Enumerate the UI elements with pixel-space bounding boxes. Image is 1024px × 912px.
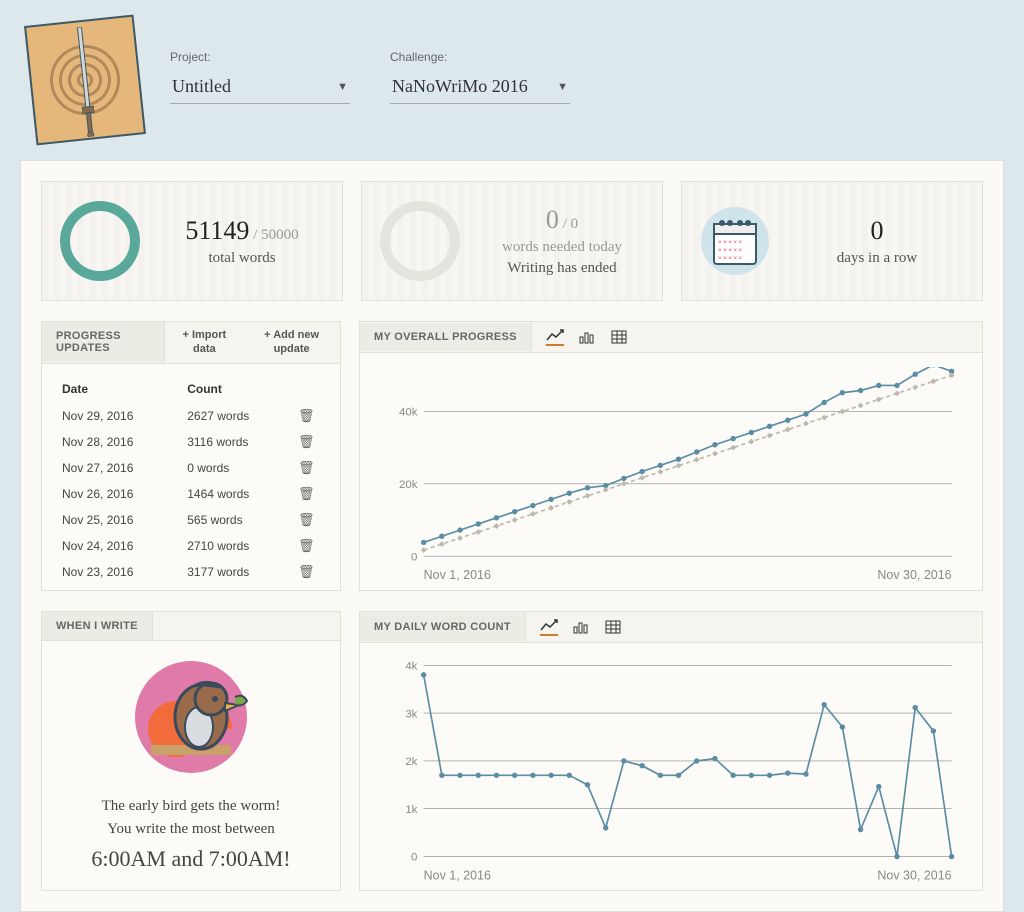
progress-updates-panel: PROGRESS UPDATES + Import data + Add new… (41, 321, 341, 591)
update-date: Nov 22, 2016 (58, 586, 181, 590)
when-title: WHEN I WRITE (42, 612, 153, 640)
add-update-button[interactable]: + Add new update (243, 322, 340, 363)
needed-line2: Writing has ended (480, 260, 644, 277)
update-count: 2710 words (183, 534, 292, 558)
table-row: Nov 22, 20161725 words🗑 (58, 586, 332, 590)
trash-icon[interactable]: 🗑 (298, 408, 315, 423)
when-line2: You write the most between (107, 818, 275, 841)
words-needed-card: 0 / 0 words needed today Writing has end… (361, 181, 663, 301)
challenge-select[interactable]: NaNoWriMo 2016 ▼ (390, 72, 570, 104)
chevron-down-icon: ▼ (557, 81, 568, 93)
needed-value: 0 (546, 205, 559, 234)
bird-icon (131, 657, 251, 777)
table-row: Nov 24, 20162710 words 🗑 (58, 534, 332, 558)
update-count: 565 words (183, 508, 292, 532)
progress-ring-icon (60, 201, 140, 281)
svg-text:0: 0 (411, 852, 417, 864)
update-date: Nov 27, 2016 (58, 456, 181, 480)
trash-icon[interactable]: 🗑 (298, 434, 315, 449)
streak-card: × × × × × × × × × × × × × × × 0 days in … (681, 181, 983, 301)
streak-value: 0 (790, 216, 964, 246)
update-date: Nov 25, 2016 (58, 508, 181, 532)
svg-text:Nov 30, 2016: Nov 30, 2016 (877, 868, 951, 882)
table-row: Nov 26, 20161464 words 🗑 (58, 482, 332, 506)
svg-text:0: 0 (411, 551, 417, 563)
update-count: 3177 words (183, 560, 292, 584)
overall-progress-title: MY OVERALL PROGRESS (360, 323, 532, 351)
update-date: Nov 26, 2016 (58, 482, 181, 506)
total-words-value: 51149 (185, 216, 249, 245)
update-date: Nov 24, 2016 (58, 534, 181, 558)
svg-text:Nov 1, 2016: Nov 1, 2016 (424, 868, 491, 882)
bar-chart-icon[interactable] (572, 618, 590, 636)
table-row: Nov 25, 2016565 words 🗑 (58, 508, 332, 532)
calendar-icon: × × × × × × × × × × × × × × × (700, 206, 770, 276)
total-words-goal: / 50000 (249, 227, 298, 243)
progress-updates-title: PROGRESS UPDATES (42, 322, 165, 362)
svg-text:2k: 2k (405, 756, 417, 768)
table-row: Nov 27, 20160 words 🗑 (58, 456, 332, 480)
import-data-button[interactable]: + Import data (165, 322, 243, 363)
update-date: Nov 23, 2016 (58, 560, 181, 584)
needed-goal: / 0 (559, 216, 578, 232)
update-date: Nov 28, 2016 (58, 430, 181, 454)
svg-text:Nov 1, 2016: Nov 1, 2016 (424, 568, 491, 582)
update-count: 0 words (183, 456, 292, 480)
when-line3: 6:00AM and 7:00AM! (91, 846, 290, 872)
svg-text:4k: 4k (405, 660, 417, 672)
trash-icon[interactable]: 🗑 (298, 512, 315, 527)
streak-label: days in a row (790, 250, 964, 267)
when-line1: The early bird gets the worm! (102, 795, 281, 818)
trash-icon[interactable]: 🗑 (298, 538, 315, 553)
svg-text:20k: 20k (399, 479, 418, 491)
svg-text:1k: 1k (405, 804, 417, 816)
project-label: Project: (170, 50, 350, 64)
total-words-label: total words (160, 250, 324, 267)
update-count: 3116 words (183, 430, 292, 454)
progress-ring-icon (380, 201, 460, 281)
table-row: Nov 23, 20163177 words 🗑 (58, 560, 332, 584)
trash-icon[interactable]: 🗑 (298, 564, 315, 579)
svg-text:× × × × ×: × × × × × (718, 256, 743, 262)
chevron-down-icon: ▼ (337, 81, 348, 93)
project-select[interactable]: Untitled ▼ (170, 72, 350, 104)
svg-text:Nov 30, 2016: Nov 30, 2016 (877, 568, 951, 582)
when-i-write-panel: WHEN I WRITE The early bird gets the wo (41, 611, 341, 891)
svg-text:40k: 40k (399, 407, 418, 419)
needed-line1: words needed today (480, 239, 644, 256)
table-icon[interactable] (610, 328, 628, 346)
daily-word-count-panel: MY DAILY WORD COUNT 0 1k 2k 3k 4k Nov 1, 2016… (359, 611, 983, 891)
update-date: Nov 29, 2016 (58, 404, 181, 428)
svg-text:3k: 3k (405, 708, 417, 720)
project-value: Untitled (172, 76, 231, 97)
overall-progress-panel: MY OVERALL PROGRESS 0 20k 40k Nov 1, 2016 No… (359, 321, 983, 591)
update-count: 1464 words (183, 482, 292, 506)
challenge-value: NaNoWriMo 2016 (392, 76, 528, 97)
trash-icon[interactable]: 🗑 (298, 460, 315, 475)
daily-word-count-chart: 0 1k 2k 3k 4k Nov 1, 2016 Nov 30, 2016 (380, 657, 962, 886)
updates-scroll[interactable]: DateCountNov 29, 20162627 words🗑Nov 28, … (42, 364, 340, 590)
update-count: 1725 words (183, 586, 292, 590)
svg-text:× × × × ×: × × × × × (718, 248, 743, 254)
update-count: 2627 words (183, 404, 292, 428)
table-row: Nov 28, 20163116 words 🗑 (58, 430, 332, 454)
bar-chart-icon[interactable] (578, 328, 596, 346)
dashboard: 51149 / 50000 total words 0 / 0 words ne… (20, 160, 1004, 912)
challenge-label: Challenge: (390, 50, 570, 64)
app-logo (24, 15, 146, 146)
daily-title: MY DAILY WORD COUNT (360, 613, 526, 641)
svg-text:× × × × ×: × × × × × (718, 240, 743, 246)
trash-icon[interactable]: 🗑 (298, 486, 315, 501)
overall-progress-chart: 0 20k 40k Nov 1, 2016 Nov 30, 2016 (380, 367, 962, 585)
line-chart-icon[interactable] (540, 618, 558, 636)
table-row: Nov 29, 20162627 words 🗑 (58, 404, 332, 428)
line-chart-icon[interactable] (546, 328, 564, 346)
total-words-card: 51149 / 50000 total words (41, 181, 343, 301)
table-icon[interactable] (604, 618, 622, 636)
